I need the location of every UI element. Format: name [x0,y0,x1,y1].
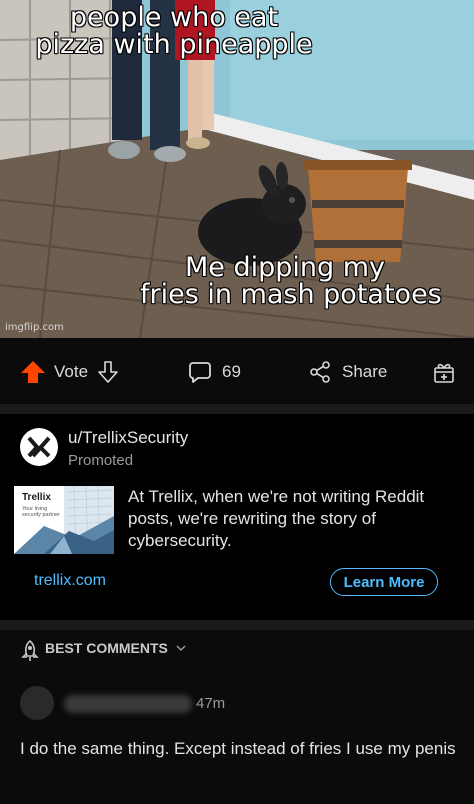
share-label: Share [342,362,388,381]
imgflip-watermark: imgflip.com [5,322,64,333]
award-button[interactable] [432,360,456,384]
meme-top-line-1: people who eat [69,2,279,33]
downvote-arrow-icon[interactable] [98,361,118,383]
comment-item[interactable]: 47m I do the same thing. Except instead … [0,676,474,804]
meme-bottom-line-2: fries in mash potatoes [140,279,442,310]
comment-count: 69 [222,362,241,381]
vote-label: Vote [54,362,89,381]
sort-label[interactable]: BEST COMMENTS [45,640,168,656]
vote-control: Vote [20,360,118,384]
share-button[interactable]: Share [308,360,387,384]
promo-thumbnail[interactable]: Trellix Your living security partner [14,486,114,554]
comment-sort-bar[interactable]: BEST COMMENTS [0,630,474,676]
comment-time: 47m [196,695,226,712]
thumb-tagline: Your living security partner [22,506,60,518]
meme-top-caption: people who eat pizza with pineapple [4,4,344,58]
commenter-name-redacted [64,695,192,713]
learn-more-button[interactable]: Learn More [330,568,438,596]
trellix-logo-icon [27,436,51,458]
share-icon [310,361,330,383]
comment-bubble-icon [189,362,211,383]
thumb-brand: Trellix [22,492,51,503]
post-image[interactable]: people who eat pizza with pineapple Me d… [0,0,474,338]
meme-top-line-2: pizza with pineapple [35,29,313,60]
promoted-post[interactable]: u/TrellixSecurity Promoted Trellix Your … [0,414,474,620]
post-action-bar: Vote 69 Share [0,338,474,404]
trellix-avatar[interactable] [20,428,58,466]
section-divider [0,404,474,414]
meme-bottom-caption: Me dipping my fries in mash potatoes [140,252,442,310]
promoted-body[interactable]: At Trellix, when we're not writing Reddi… [128,486,464,552]
promoted-link[interactable]: trellix.com [34,572,106,590]
upvote-arrow-icon[interactable] [20,360,46,384]
rocket-icon [21,640,39,661]
section-divider [0,620,474,630]
promoted-tag: Promoted [68,452,134,469]
commenter-avatar[interactable] [20,686,54,720]
promoted-username[interactable]: u/TrellixSecurity [68,428,188,448]
chevron-down-icon[interactable] [175,643,187,653]
gift-award-icon [434,363,454,383]
comments-button[interactable]: 69 [188,360,241,384]
comment-body: I do the same thing. Except instead of f… [20,739,456,758]
meme-bottom-line-1: Me dipping my [184,252,386,283]
